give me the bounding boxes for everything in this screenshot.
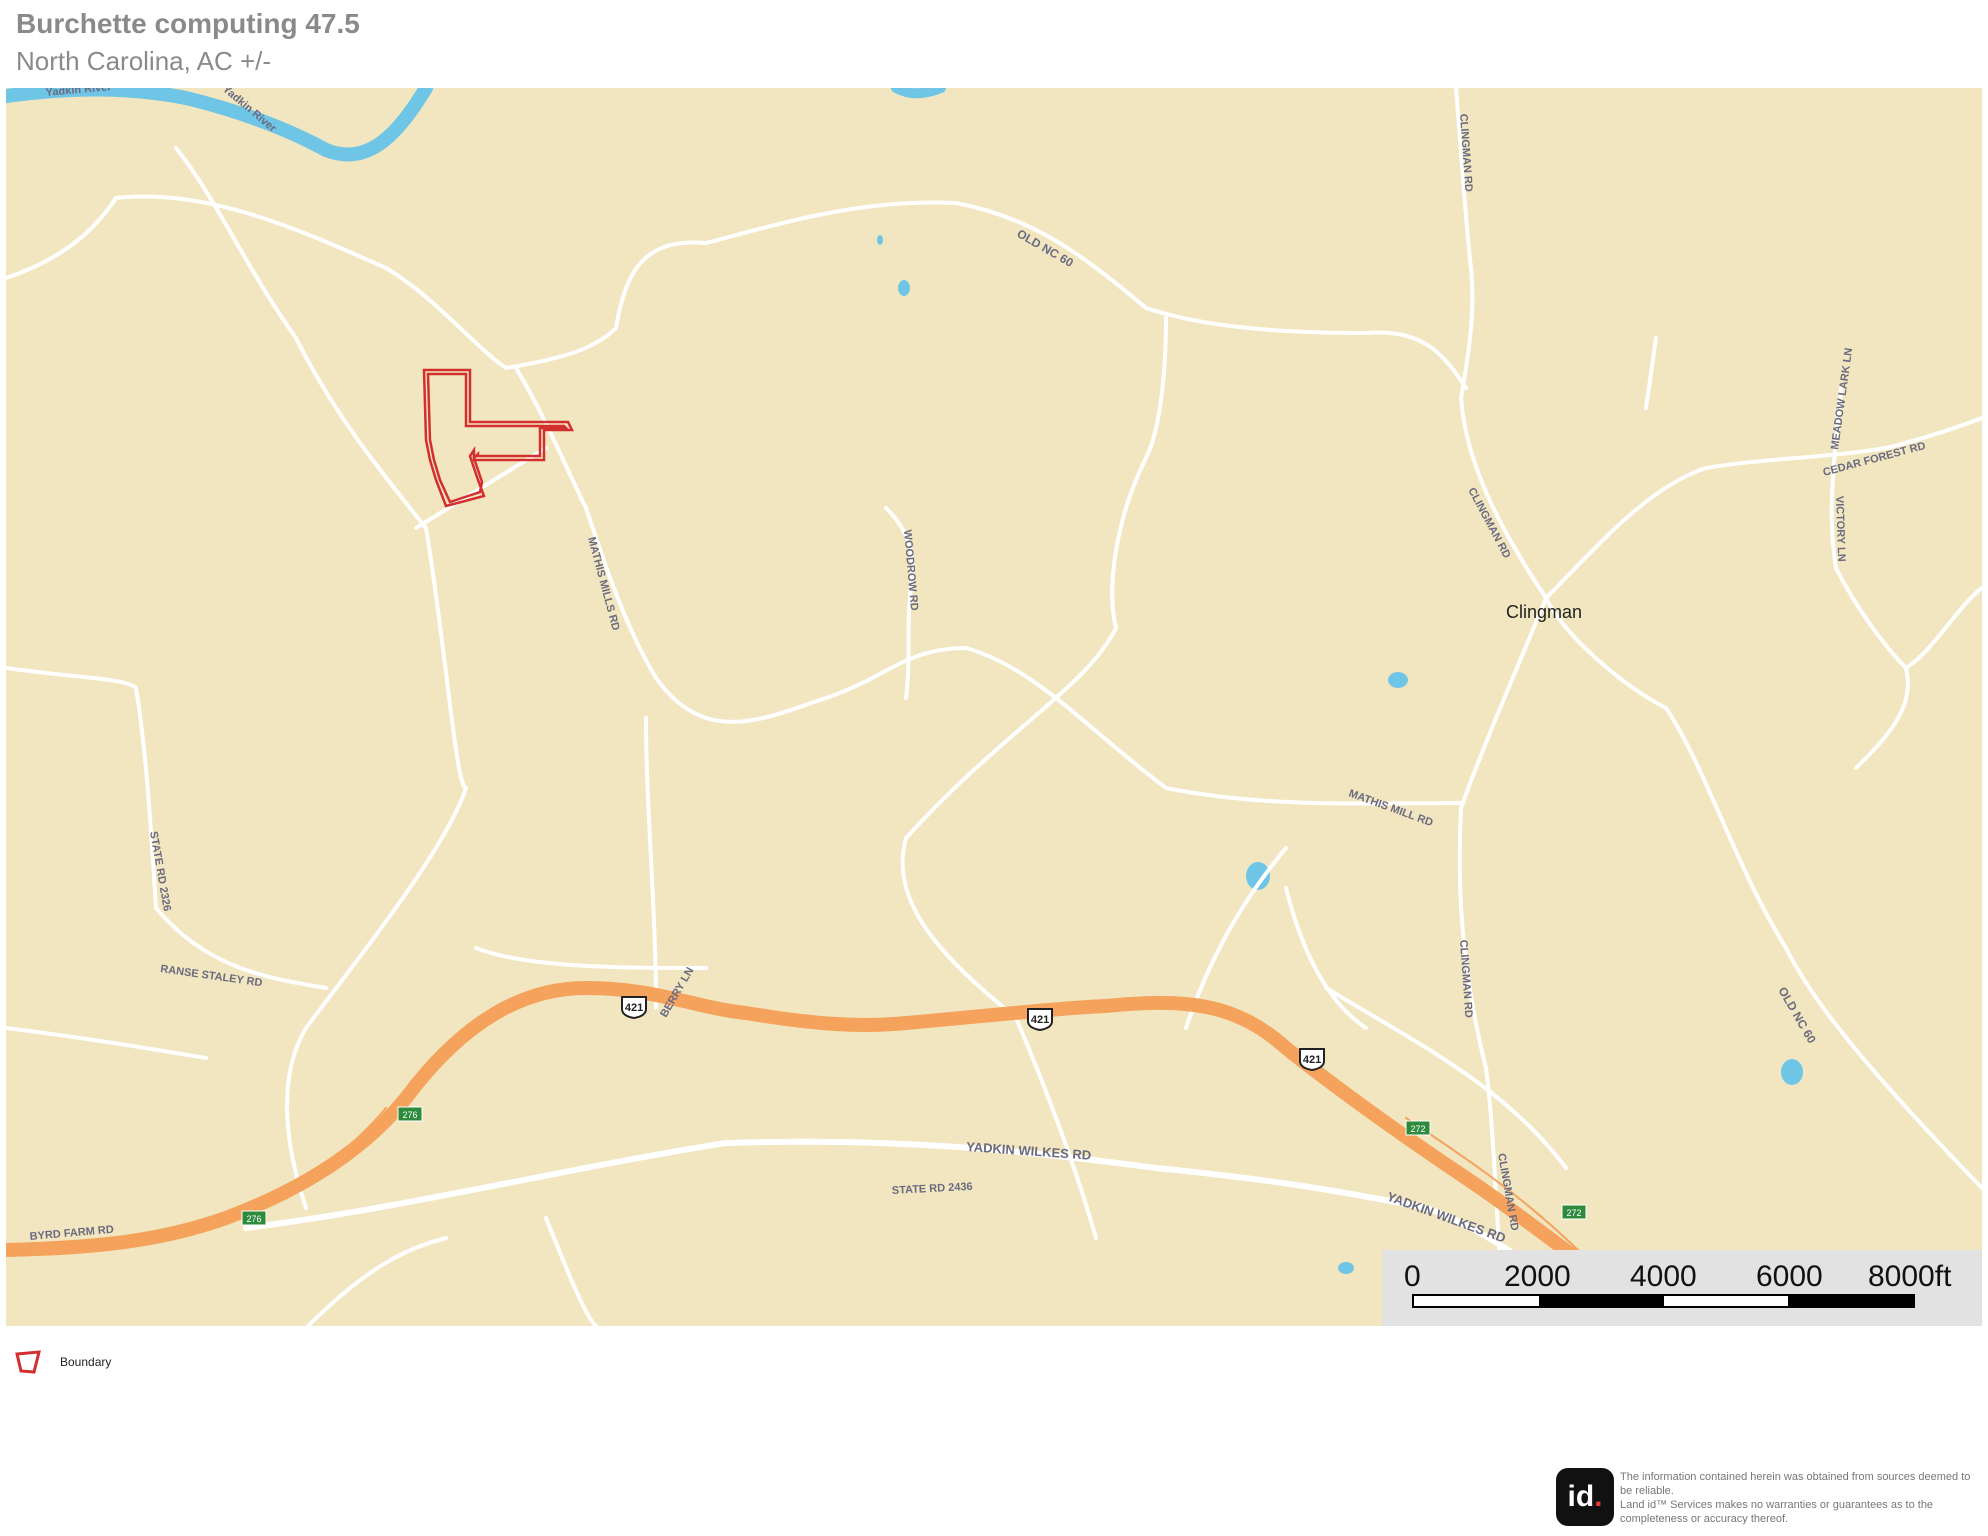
nc-272-label: 272	[1410, 1124, 1425, 1134]
nc-272-shield: 272	[1561, 1204, 1587, 1220]
scale-bar	[1412, 1294, 1915, 1308]
nc-276-label: 276	[402, 1110, 417, 1120]
scale-tick-label: 4000	[1630, 1260, 1697, 1293]
scale-bar-panel: 0 2000 4000 6000 8000ft	[1382, 1250, 1982, 1326]
scale-tick-label: 2000	[1504, 1260, 1571, 1293]
legend-label-boundary: Boundary	[60, 1355, 112, 1369]
town-label-clingman: Clingman	[1506, 602, 1582, 622]
us-421-shield: 421	[1027, 1008, 1053, 1032]
scale-tick-label: 0	[1404, 1260, 1421, 1293]
scale-tick-label: 6000	[1756, 1260, 1823, 1293]
nc-276-label: 276	[246, 1214, 261, 1224]
us-421-label: 421	[1031, 1014, 1049, 1026]
nc-276-shield: 276	[397, 1106, 423, 1122]
us-421-shield: 421	[621, 996, 647, 1020]
scale-labels: 0 2000 4000 6000 8000ft	[1382, 1260, 1982, 1293]
scale-tick-label: 8000ft	[1868, 1260, 1952, 1293]
nc-272-shield: 272	[1405, 1120, 1431, 1136]
us-421-label: 421	[625, 1002, 643, 1014]
legend: Boundary	[14, 1350, 111, 1374]
nc-272-label: 272	[1566, 1208, 1581, 1218]
map-canvas[interactable]: 421 421 421 276 276 272 272 Yadkin River…	[6, 88, 1982, 1326]
map-subtitle: North Carolina, AC +/-	[16, 46, 272, 76]
land-id-logo: id.	[1556, 1468, 1614, 1526]
road-label-victory: VICTORY LN	[1833, 496, 1847, 562]
boundary-polygon-icon	[15, 1350, 41, 1374]
river-bend-top	[891, 88, 946, 99]
us-421-label: 421	[1303, 1054, 1321, 1066]
disclaimer-text: The information contained herein was obt…	[1620, 1471, 1971, 1525]
nc-276-shield: 276	[241, 1210, 267, 1226]
us-421-shield: 421	[1299, 1048, 1325, 1072]
map-title: Burchette computing 47.5	[16, 8, 360, 39]
